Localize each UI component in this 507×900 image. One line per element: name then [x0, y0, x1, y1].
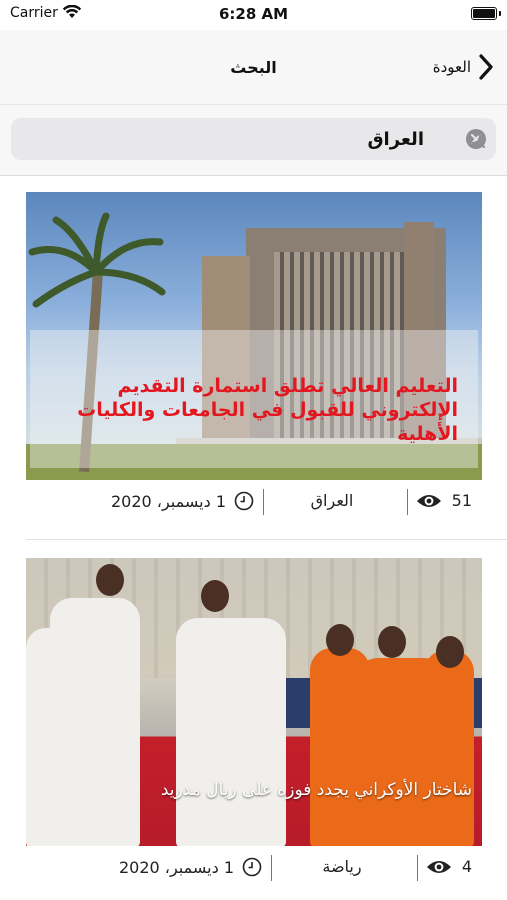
view-count-value: 51	[451, 491, 472, 510]
news-card[interactable]: شاختار الأوكراني يجدد فوزه على ريال مدري…	[26, 558, 482, 888]
clock-icon	[242, 857, 262, 877]
meta-divider	[417, 855, 418, 881]
article-headline: التعليم العالي تطلق استمارة التقديم الإل…	[77, 375, 458, 445]
news-card[interactable]: التعليم العالي تطلق استمارة التقديم الإل…	[26, 192, 482, 522]
search-bar	[0, 104, 507, 176]
view-count: 4	[426, 857, 472, 876]
back-button-label: العودة	[432, 58, 471, 76]
publish-date: 1 ديسمبر، 2020	[111, 491, 254, 511]
clock: 6:28 AM	[218, 5, 289, 23]
article-image[interactable]: شاختار الأوكراني يجدد فوزه على ريال مدري…	[26, 558, 482, 846]
battery-icon	[471, 7, 501, 20]
meta-divider	[271, 855, 272, 881]
view-count: 51	[416, 491, 472, 510]
view-count-value: 4	[461, 857, 472, 876]
card-divider	[26, 539, 507, 540]
page-title: البحث	[230, 58, 277, 77]
publish-date-value: 1 ديسمبر، 2020	[111, 491, 226, 511]
meta-divider	[263, 489, 264, 515]
article-meta: 51 العراق 1 ديسمبر، 2020	[26, 482, 482, 522]
clock-icon	[234, 491, 254, 511]
search-icon	[467, 130, 486, 149]
article-image[interactable]: التعليم العالي تطلق استمارة التقديم الإل…	[26, 192, 482, 480]
publish-date-value: 1 ديسمبر، 2020	[119, 857, 234, 877]
article-headline: شاختار الأوكراني يجدد فوزه على ريال مدري…	[160, 780, 472, 800]
search-field[interactable]	[11, 118, 496, 160]
category-label: رياضة	[322, 857, 362, 876]
publish-date: 1 ديسمبر، 2020	[119, 857, 262, 877]
category-label: العراق	[310, 491, 354, 510]
article-meta: 4 رياضة 1 ديسمبر، 2020	[26, 848, 482, 888]
status-bar: Carrier 6:28 AM	[0, 0, 507, 30]
search-input[interactable]	[84, 125, 424, 153]
chevron-right-icon	[479, 54, 493, 80]
back-button[interactable]: العودة	[433, 52, 495, 82]
navigation-bar: البحث العودة	[0, 30, 507, 104]
eye-icon	[416, 494, 441, 507]
meta-divider	[407, 489, 408, 515]
eye-icon	[426, 860, 451, 873]
